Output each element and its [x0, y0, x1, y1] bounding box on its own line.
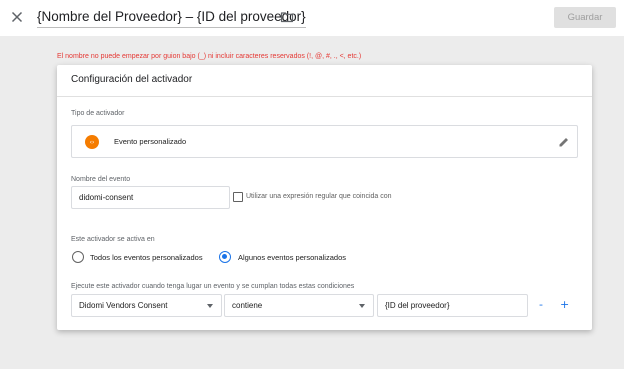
- error-message: El nombre no puede empezar por guion baj…: [57, 53, 362, 60]
- trigger-name-title[interactable]: {Nombre del Proveedor} – {ID del proveed…: [37, 9, 306, 28]
- condition-variable-value: Didomi Vendors Consent: [79, 301, 168, 310]
- condition-operator-select[interactable]: contiene: [224, 294, 374, 317]
- trigger-type-name: Evento personalizado: [114, 137, 187, 146]
- folder-icon[interactable]: [280, 10, 294, 24]
- event-name-input[interactable]: didomi-consent: [71, 186, 230, 209]
- radio-all-events[interactable]: [72, 251, 84, 263]
- regex-checkbox-label: Utilizar una expresión regular que coinc…: [246, 193, 392, 200]
- close-icon[interactable]: [8, 8, 26, 26]
- trigger-type-label: Tipo de activador: [71, 110, 125, 117]
- condition-variable-select[interactable]: Didomi Vendors Consent: [71, 294, 222, 317]
- dropdown-caret-icon: [207, 304, 213, 308]
- event-name-label: Nombre del evento: [71, 176, 131, 183]
- trigger-config-card: Configuración del activador Tipo de acti…: [57, 65, 592, 330]
- radio-some-events[interactable]: [219, 251, 231, 263]
- remove-condition-button[interactable]: -: [539, 298, 543, 312]
- top-bar: {Nombre del Proveedor} – {ID del proveed…: [0, 0, 624, 36]
- dropdown-caret-icon: [359, 304, 365, 308]
- card-title: Configuración del activador: [71, 74, 193, 85]
- trigger-type-selector[interactable]: ‹› Evento personalizado: [71, 125, 578, 158]
- condition-label: Ejecute este activador cuando tenga luga…: [71, 283, 355, 290]
- code-brackets-icon: ‹›: [85, 135, 99, 149]
- condition-operator-value: contiene: [232, 301, 263, 310]
- regex-checkbox[interactable]: [233, 192, 243, 202]
- edit-pencil-icon[interactable]: [558, 136, 570, 148]
- fires-on-label: Este activador se activa en: [71, 236, 155, 243]
- radio-all-events-label: Todos los eventos personalizados: [90, 253, 203, 262]
- condition-value-input[interactable]: {ID del proveedor}: [377, 294, 528, 317]
- card-divider: [57, 96, 592, 97]
- radio-some-events-label: Algunos eventos personalizados: [238, 253, 346, 262]
- add-condition-button[interactable]: +: [560, 298, 569, 312]
- save-button[interactable]: Guardar: [554, 7, 616, 28]
